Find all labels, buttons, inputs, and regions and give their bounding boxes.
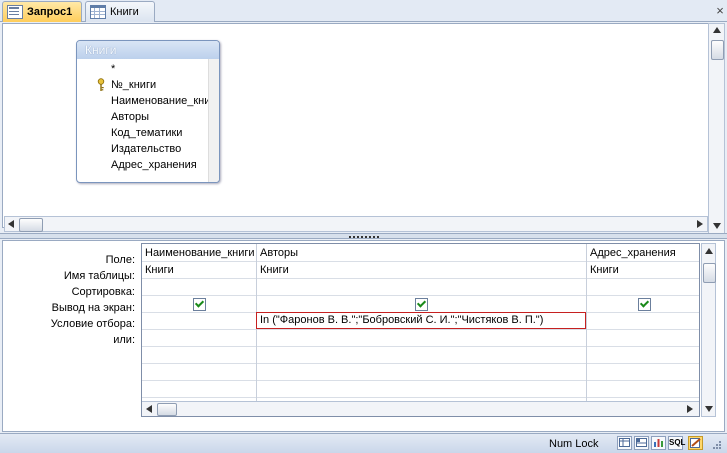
grid-cell-table[interactable]: Книги xyxy=(587,262,699,279)
grid-cell-field[interactable]: Авторы xyxy=(257,244,586,262)
field-item-book-number[interactable]: №_книги xyxy=(77,77,209,93)
table-icon xyxy=(90,5,106,19)
grid-cell-sort[interactable] xyxy=(257,279,586,296)
query-icon xyxy=(7,5,23,19)
tab-label: Книги xyxy=(110,6,139,18)
primary-key-icon xyxy=(97,78,105,91)
row-label-or: или: xyxy=(113,334,135,346)
grid-cell-empty[interactable] xyxy=(587,381,699,398)
field-list: * №_книги Наименование_книги Авторы Код_… xyxy=(77,59,219,182)
row-label-sort: Сортировка: xyxy=(71,286,135,298)
grid-cell-table[interactable]: Книги xyxy=(142,262,256,279)
field-item-publisher[interactable]: Издательство xyxy=(77,141,209,157)
design-pane-vertical-scrollbar[interactable] xyxy=(708,23,725,234)
grid-column-storage-address: Адрес_хранения Книги xyxy=(587,244,699,401)
field-item-title[interactable]: Наименование_книги xyxy=(77,93,219,109)
scroll-down-icon[interactable] xyxy=(713,223,721,229)
grid-cell-empty[interactable] xyxy=(587,364,699,381)
grid-column-title: Наименование_книги Книги xyxy=(142,244,257,401)
sql-view-icon[interactable]: SQL xyxy=(668,436,685,450)
scroll-right-icon[interactable] xyxy=(697,220,703,228)
field-item-authors[interactable]: Авторы xyxy=(77,109,209,125)
design-pane-horizontal-scrollbar[interactable] xyxy=(4,216,708,232)
show-checkbox[interactable] xyxy=(637,297,651,311)
row-label-table-name: Имя таблицы: xyxy=(63,270,135,282)
scroll-left-icon[interactable] xyxy=(146,405,152,413)
num-lock-indicator: Num Lock xyxy=(549,438,599,450)
scroll-thumb[interactable] xyxy=(711,40,724,60)
field-item-subject-code[interactable]: Код_тематики xyxy=(77,125,209,141)
grid-cell-show[interactable] xyxy=(257,296,586,313)
grid-cell-table[interactable]: Книги xyxy=(257,262,586,279)
scroll-thumb[interactable] xyxy=(157,403,177,416)
grid-cell-field[interactable]: Наименование_книги xyxy=(142,244,256,262)
row-label-criteria: Условие отбора: xyxy=(50,318,135,330)
grid-cell-empty[interactable] xyxy=(257,381,586,398)
grid-cell-empty[interactable] xyxy=(142,347,256,364)
row-label-field: Поле: xyxy=(105,254,135,266)
grid-cell-or[interactable] xyxy=(587,330,699,347)
grid-cell-empty[interactable] xyxy=(257,347,586,364)
tab-books-table[interactable]: Книги xyxy=(85,1,155,22)
grid-vertical-scrollbar[interactable] xyxy=(701,243,716,417)
pivot-table-view-icon[interactable] xyxy=(634,436,649,450)
grid-cell-sort[interactable] xyxy=(142,279,256,296)
show-checkbox[interactable] xyxy=(192,297,206,311)
grid-cell-or[interactable] xyxy=(257,330,586,347)
table-field-list[interactable]: Книги * №_книги Наименование_книги Автор… xyxy=(76,40,220,183)
scroll-thumb[interactable] xyxy=(703,263,716,283)
grid-cell-empty[interactable] xyxy=(142,364,256,381)
tab-query1[interactable]: Запрос1 xyxy=(2,1,82,22)
splitter-grip-icon xyxy=(348,236,379,238)
scroll-up-icon[interactable] xyxy=(705,248,713,254)
design-view-icon[interactable] xyxy=(688,436,703,450)
grid-cell-show[interactable] xyxy=(587,296,699,313)
scroll-down-icon[interactable] xyxy=(705,406,713,412)
grid-horizontal-scrollbar[interactable] xyxy=(142,401,699,416)
pivot-chart-view-icon[interactable] xyxy=(651,436,666,450)
row-label-show: Вывод на экран: xyxy=(51,302,135,314)
grid-cell-field[interactable]: Адрес_хранения xyxy=(587,244,699,262)
grid-cell-criteria[interactable] xyxy=(142,313,256,330)
query-design-grid: Наименование_книги Книги Авторы Книги Ад… xyxy=(141,243,700,417)
resize-grip-icon[interactable] xyxy=(708,440,722,450)
field-item-storage-address[interactable]: Адрес_хранения xyxy=(77,157,209,173)
grid-cell-sort[interactable] xyxy=(587,279,699,296)
grid-cell-empty[interactable] xyxy=(587,347,699,364)
pane-splitter[interactable] xyxy=(0,233,727,239)
grid-cell-criteria[interactable] xyxy=(587,313,699,330)
grid-cell-empty[interactable] xyxy=(257,364,586,381)
tab-label: Запрос1 xyxy=(27,6,73,18)
scroll-right-icon[interactable] xyxy=(687,405,693,413)
grid-cell-or[interactable] xyxy=(142,330,256,347)
criteria-input-authors[interactable]: In ("Фаронов В. В.";"Бобровский С. И.";"… xyxy=(256,312,586,329)
show-checkbox[interactable] xyxy=(415,297,428,311)
field-item-all[interactable]: * xyxy=(77,61,209,77)
field-list-scrollbar[interactable] xyxy=(208,59,219,182)
close-icon[interactable]: × xyxy=(714,4,726,18)
datasheet-view-icon[interactable] xyxy=(617,436,632,450)
grid-cell-empty[interactable] xyxy=(142,381,256,398)
table-field-list-title[interactable]: Книги xyxy=(77,41,219,59)
grid-cell-show[interactable] xyxy=(142,296,256,313)
scroll-left-icon[interactable] xyxy=(8,220,14,228)
scroll-up-icon[interactable] xyxy=(713,27,721,33)
scroll-thumb[interactable] xyxy=(19,218,43,232)
